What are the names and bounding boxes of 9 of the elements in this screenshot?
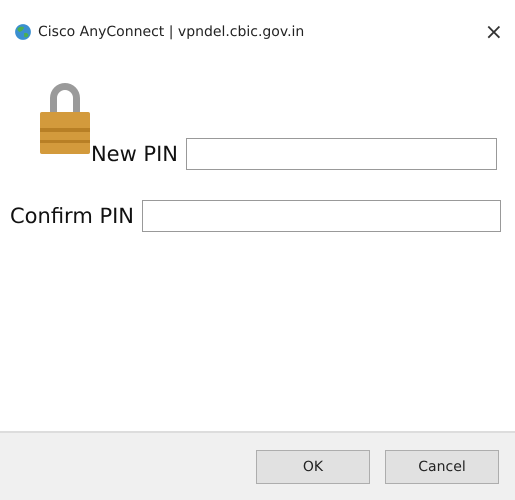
window-title: Cisco AnyConnect | vpndel.cbic.gov.in xyxy=(38,24,306,40)
field-label: Confirm PIN xyxy=(10,204,134,228)
cancel-button[interactable]: Cancel xyxy=(385,450,499,484)
ok-button[interactable]: OK xyxy=(256,450,370,484)
globe-icon xyxy=(14,23,32,41)
field-label: New PIN xyxy=(90,142,178,166)
pin-field[interactable] xyxy=(142,200,501,232)
close-button[interactable]: × xyxy=(480,20,507,44)
pin-field[interactable] xyxy=(186,138,497,170)
